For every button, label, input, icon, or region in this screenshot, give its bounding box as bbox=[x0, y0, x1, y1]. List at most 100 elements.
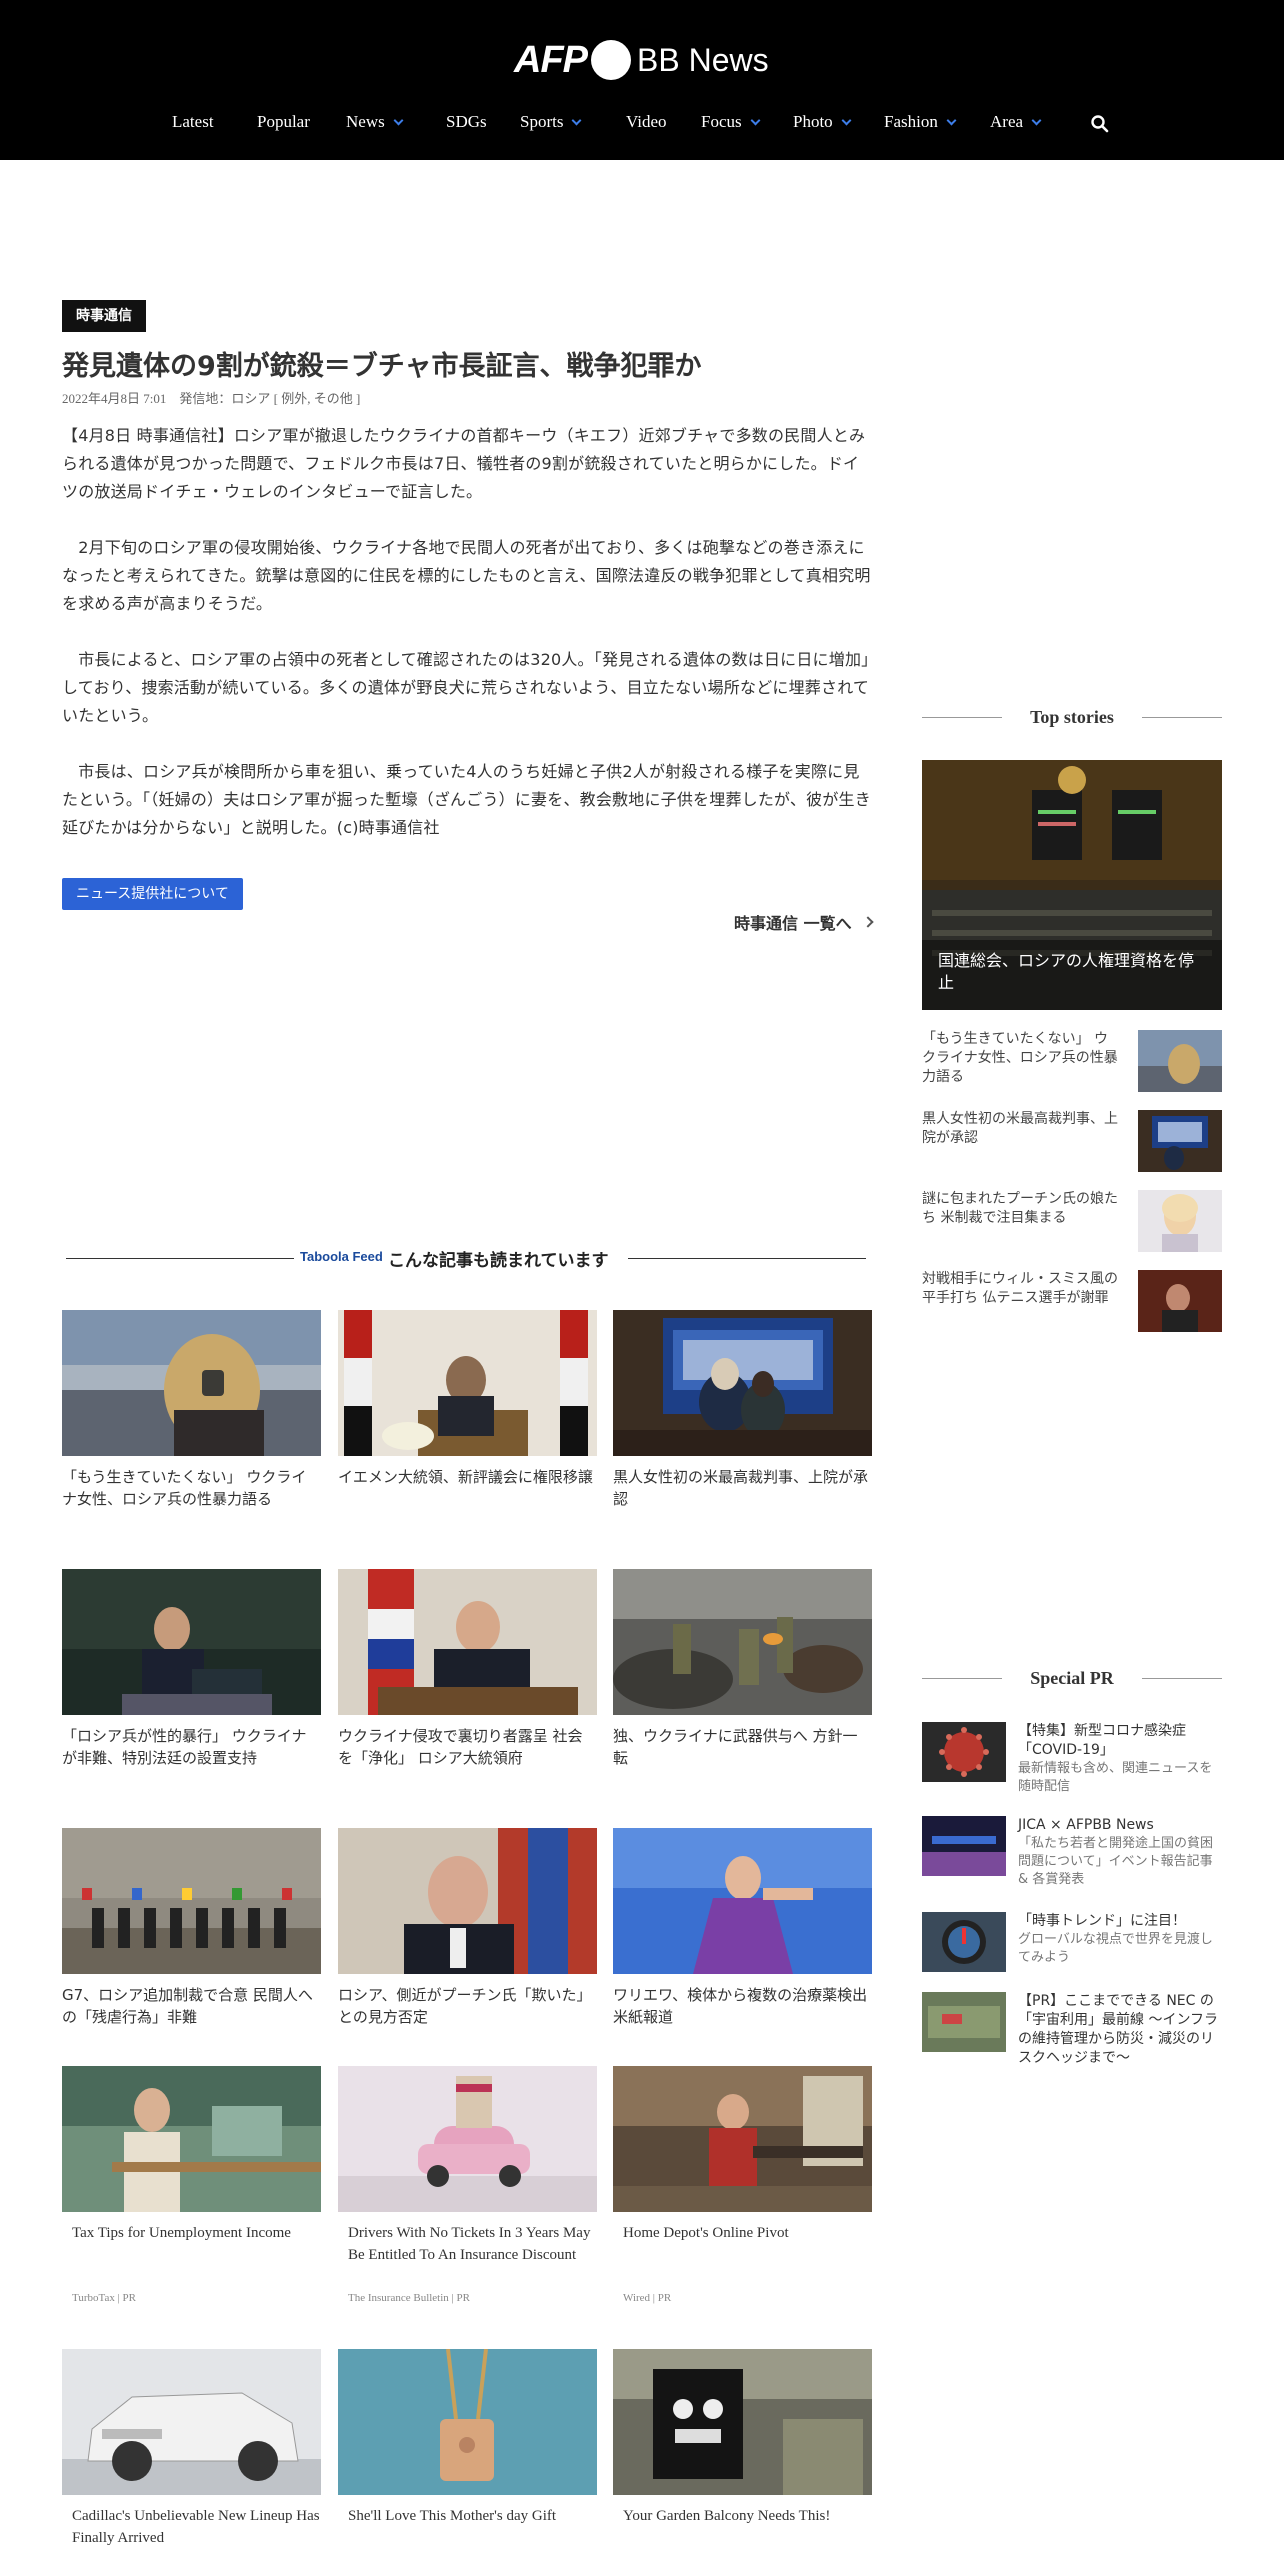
source-list-link[interactable]: 時事通信 一覧へ bbox=[734, 910, 874, 934]
nav-sports[interactable]: Sports bbox=[520, 112, 582, 132]
divider bbox=[628, 1258, 866, 1259]
chevron-down-icon bbox=[750, 115, 761, 125]
nav-label: Focus bbox=[701, 112, 742, 131]
sponsored-card[interactable]: Your Garden Balcony Needs This! bbox=[613, 2349, 872, 2527]
top-story-item[interactable]: 黒人女性初の米最高裁判事、上院が承認 bbox=[922, 1110, 1222, 1172]
feed-card-image bbox=[613, 1828, 872, 1974]
pr-item-body: 【PR】ここまでできる NEC の「宇宙利用」最前線 ～インフラの維持管理から防… bbox=[1018, 1992, 1222, 2068]
top-story-featured[interactable]: 国連総会、ロシアの人権理資格を停止 bbox=[922, 760, 1222, 1010]
top-story-item-text: 対戦相手にウィル・スミス風の平手打ち 仏テニス選手が謝罪 bbox=[922, 1271, 1118, 1306]
feed-card[interactable]: ウクライナ侵攻で裏切り者露呈 社会を「浄化」 ロシア大統領府 bbox=[338, 1569, 597, 1769]
article-title: 発見遺体の9割が銃殺＝ブチャ市長証言、戦争犯罪か bbox=[62, 351, 702, 382]
top-story-item-text: 謎に包まれたプーチン氏の娘たち 米制裁で注目集まる bbox=[922, 1191, 1118, 1226]
feed-card[interactable]: イエメン大統領、新評議会に権限移譲 bbox=[338, 1310, 597, 1488]
feed-card[interactable]: ワリエワ、検体から複数の治療薬検出 米紙報道 bbox=[613, 1828, 872, 2028]
pr-item-body: 【特集】新型コロナ感染症「COVID-19」 最新情報も含め、関連ニュースを随時… bbox=[1018, 1722, 1222, 1796]
pr-item-subtitle: 最新情報も含め、関連ニュースを随時配信 bbox=[1018, 1761, 1213, 1794]
source-list-label: 時事通信 一覧へ bbox=[734, 914, 852, 933]
pr-item[interactable]: 【PR】ここまでできる NEC の「宇宙利用」最前線 ～インフラの維持管理から防… bbox=[922, 1992, 1222, 2066]
sponsored-card[interactable]: Tax Tips for Unemployment Income TurboTa… bbox=[62, 2066, 321, 2304]
top-story-caption: 国連総会、ロシアの人権理資格を停止 bbox=[938, 951, 1195, 992]
nav-latest[interactable]: Latest bbox=[172, 112, 214, 132]
top-story-thumb bbox=[1138, 1270, 1222, 1332]
sponsored-card[interactable]: Drivers With No Tickets In 3 Years May B… bbox=[338, 2066, 597, 2304]
sponsored-card[interactable]: Home Depot's Online Pivot Wired | PR bbox=[613, 2066, 872, 2304]
feed-card-caption: 独、ウクライナに武器供与へ 方針一転 bbox=[613, 1727, 858, 1767]
top-story-item[interactable]: 謎に包まれたプーチン氏の娘たち 米制裁で注目集まる bbox=[922, 1190, 1222, 1252]
article-meta: 2022年4月8日 7:01 発信地：ロシア [ 例外, その他 ] bbox=[62, 391, 361, 406]
nav-photo[interactable]: Photo bbox=[793, 112, 852, 132]
pr-item-subtitle: 「私たち若者と開発途上国の貧困問題について」イベント報告記事 & 各賞発表 bbox=[1018, 1836, 1214, 1887]
feed-card-image bbox=[338, 2349, 597, 2495]
feed-card-caption: Drivers With No Tickets In 3 Years May B… bbox=[348, 2225, 591, 2263]
logo-bb-text: BB News bbox=[637, 41, 769, 78]
nav-label: News bbox=[346, 112, 385, 131]
sponsor-source: Wired | PR bbox=[623, 2292, 672, 2304]
top-story-item[interactable]: 「もう生きていたくない」 ウクライナ女性、ロシア兵の性暴力語る bbox=[922, 1030, 1222, 1092]
feed-card-caption: ロシア、側近がプーチン氏「欺いた」との見方否定 bbox=[338, 1986, 592, 2026]
sponsored-card[interactable]: She'll Love This Mother's day Gift bbox=[338, 2349, 597, 2527]
feed-card-image bbox=[338, 1828, 597, 1974]
site-header: AFP BB News Latest Popular News SDGs Spo… bbox=[0, 0, 1284, 160]
article-paragraph: 【4月8日 時事通信社】ロシア軍が撤退したウクライナの首都キーウ（キエフ）近郊ブ… bbox=[62, 426, 866, 501]
feed-card-image bbox=[338, 2066, 597, 2212]
feed-card[interactable]: 「もう生きていたくない」 ウクライナ女性、ロシア兵の性暴力語る bbox=[62, 1310, 321, 1510]
sponsored-card[interactable]: Cadillac's Unbelievable New Lineup Has F… bbox=[62, 2349, 321, 2549]
pr-item[interactable]: 【特集】新型コロナ感染症「COVID-19」 最新情報も含め、関連ニュースを随時… bbox=[922, 1722, 1222, 1794]
chevron-right-icon bbox=[861, 916, 874, 928]
divider bbox=[1142, 717, 1222, 718]
pr-item-body: 「時事トレンド」に注目！ グローバルな視点で世界を見渡してみよう bbox=[1018, 1912, 1222, 1967]
feed-card[interactable]: 黒人女性初の米最高裁判事、上院が承認 bbox=[613, 1310, 872, 1510]
top-stories-header: Top stories bbox=[922, 707, 1222, 727]
nav-label: Photo bbox=[793, 112, 833, 131]
nav-popular[interactable]: Popular bbox=[257, 112, 310, 132]
taboola-logo[interactable]: Taboola Feed bbox=[300, 1249, 383, 1264]
news-provider-button[interactable]: ニュース提供社について bbox=[62, 878, 243, 910]
covid-thumb bbox=[922, 1722, 1006, 1782]
nav-news[interactable]: News bbox=[346, 112, 404, 132]
feed-card-image bbox=[62, 1828, 321, 1974]
search-icon[interactable] bbox=[1090, 114, 1110, 134]
afpbb-logo[interactable]: AFP BB News bbox=[514, 36, 769, 84]
feed-card-caption: Tax Tips for Unemployment Income bbox=[72, 2225, 291, 2241]
nav-focus[interactable]: Focus bbox=[701, 112, 761, 132]
feed-card-image bbox=[62, 2349, 321, 2495]
feed-card[interactable]: 「ロシア兵が性的暴行」 ウクライナが非難、特別法廷の設置支持 bbox=[62, 1569, 321, 1769]
pr-item[interactable]: JICA × AFPBB News 「私たち若者と開発途上国の貧困問題について」… bbox=[922, 1816, 1222, 1887]
sponsor-source: TurboTax | PR bbox=[72, 2292, 136, 2304]
feed-card-image bbox=[613, 2349, 872, 2495]
pr-item[interactable]: 「時事トレンド」に注目！ グローバルな視点で世界を見渡してみよう bbox=[922, 1912, 1222, 1978]
nec-thumb bbox=[922, 1992, 1006, 2052]
feed-card-caption: Cadillac's Unbelievable New Lineup Has F… bbox=[72, 2508, 320, 2546]
chevron-down-icon bbox=[393, 115, 404, 125]
nav-sdgs[interactable]: SDGs bbox=[446, 112, 487, 132]
feed-card[interactable]: 独、ウクライナに武器供与へ 方針一転 bbox=[613, 1569, 872, 1769]
feed-card[interactable]: G7、ロシア追加制裁で合意 民間人への「残虐行為」非難 bbox=[62, 1828, 321, 2028]
feed-card-caption: ワリエワ、検体から複数の治療薬検出 米紙報道 bbox=[613, 1986, 868, 2026]
taboola-title: こんな記事も読まれています bbox=[388, 1251, 609, 1271]
top-story-thumb bbox=[1138, 1190, 1222, 1252]
feed-card-caption: 「もう生きていたくない」 ウクライナ女性、ロシア兵の性暴力語る bbox=[62, 1468, 307, 1508]
article-paragraph: 2月下旬のロシア軍の侵攻開始後、ウクライナ各地で民間人の死者が出ており、多くは砲… bbox=[62, 538, 871, 613]
feed-card[interactable]: ロシア、側近がプーチン氏「欺いた」との見方否定 bbox=[338, 1828, 597, 2028]
nav-label: Area bbox=[990, 112, 1024, 131]
nav-label: SDGs bbox=[446, 112, 487, 131]
divider bbox=[1142, 1678, 1222, 1679]
nav-area[interactable]: Area bbox=[990, 112, 1042, 132]
feed-card-image bbox=[613, 1569, 872, 1715]
pr-item-subtitle: グローバルな視点で世界を見渡してみよう bbox=[1018, 1932, 1213, 1965]
top-story-item[interactable]: 対戦相手にウィル・スミス風の平手打ち 仏テニス選手が謝罪 bbox=[922, 1270, 1222, 1332]
source-badge[interactable]: 時事通信 bbox=[62, 300, 146, 332]
feed-card-caption: 「ロシア兵が性的暴行」 ウクライナが非難、特別法廷の設置支持 bbox=[62, 1727, 307, 1767]
nav-label: Video bbox=[626, 112, 667, 131]
pr-item-title: JICA × AFPBB News bbox=[1018, 1817, 1154, 1833]
nav-fashion[interactable]: Fashion bbox=[884, 112, 957, 132]
nav-video[interactable]: Video bbox=[626, 112, 667, 132]
pr-item-title: 【PR】ここまでできる NEC の「宇宙利用」最前線 ～インフラの維持管理から防… bbox=[1018, 1993, 1219, 2066]
feed-card-caption: She'll Love This Mother's day Gift bbox=[348, 2508, 557, 2524]
pr-item-body: JICA × AFPBB News 「私たち若者と開発途上国の貧困問題について」… bbox=[1018, 1816, 1222, 1889]
feed-card-image bbox=[338, 1569, 597, 1715]
feed-card-caption: Your Garden Balcony Needs This! bbox=[623, 2508, 831, 2524]
article-body: 【4月8日 時事通信社】ロシア軍が撤退したウクライナの首都キーウ（キエフ）近郊ブ… bbox=[62, 422, 872, 870]
chevron-down-icon bbox=[946, 115, 957, 125]
